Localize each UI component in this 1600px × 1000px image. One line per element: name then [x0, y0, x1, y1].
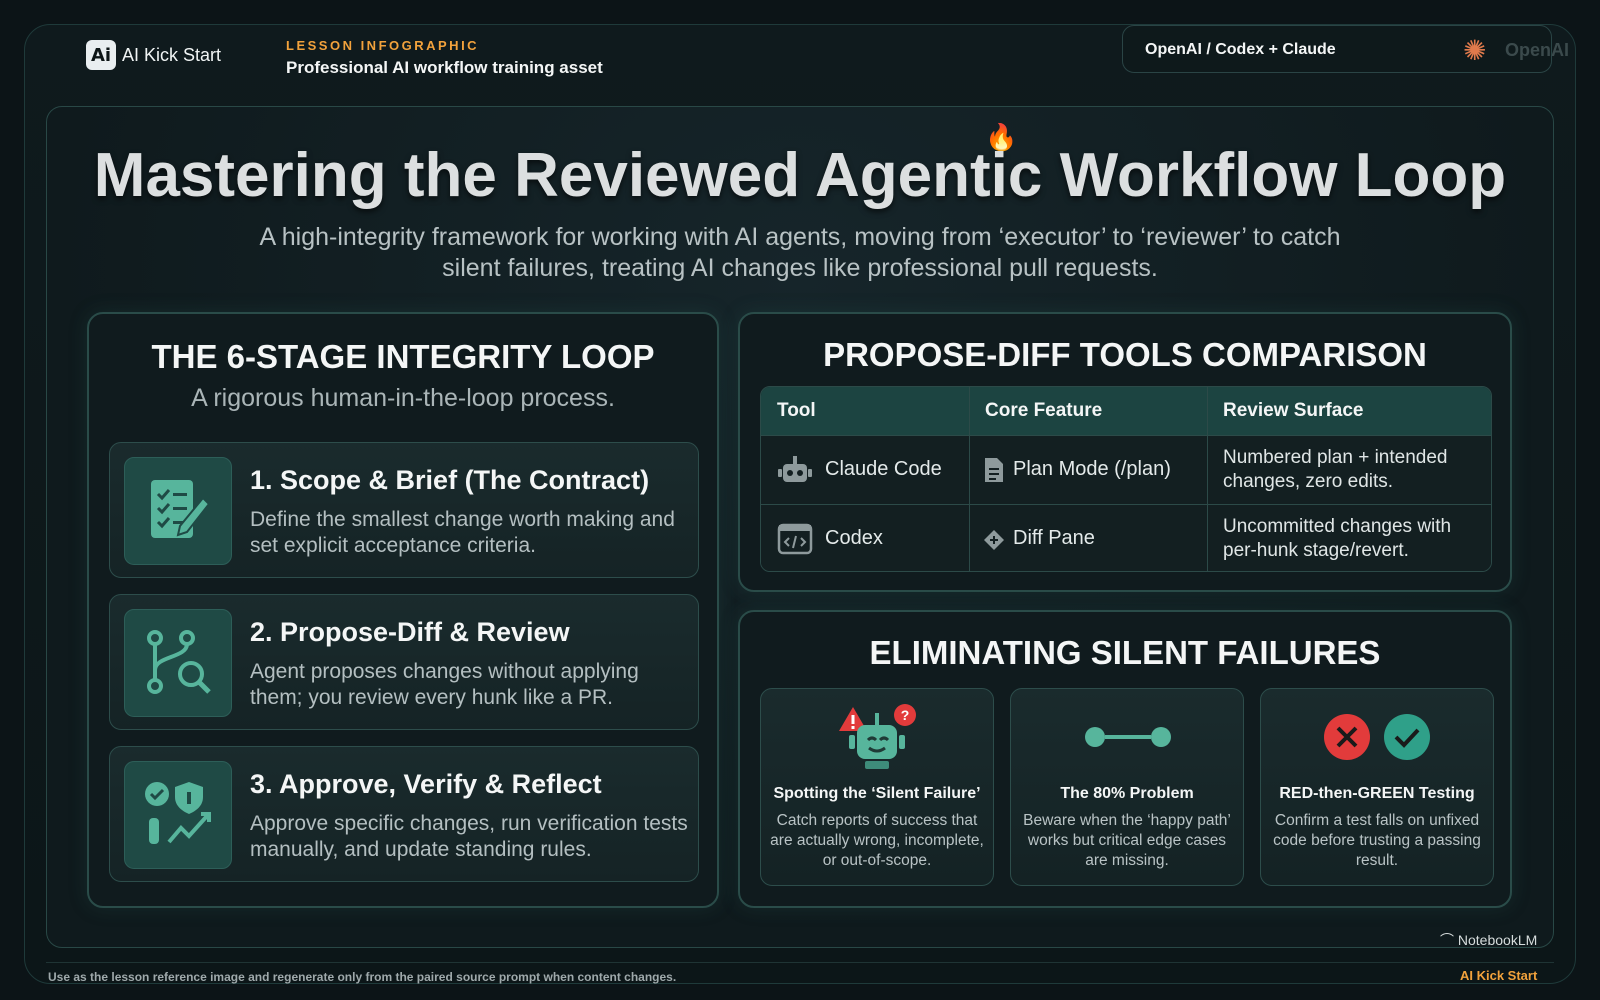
lesson-kicker: LESSON INFOGRAPHIC: [286, 38, 480, 53]
tool-name: Codex: [825, 527, 883, 549]
feature-name: Plan Mode (/plan): [1013, 458, 1171, 480]
diff-diamond-icon: [984, 530, 1004, 550]
checklist-pencil-icon: [124, 457, 232, 565]
document-icon: [985, 458, 1003, 482]
notebooklm-icon: ⌒: [1440, 932, 1458, 948]
failure-title: Spotting the ‘Silent Failure’: [773, 785, 981, 802]
failure-desc: Beware when the ‘happy path’ works but c…: [1023, 812, 1231, 869]
robot-icon: [778, 456, 812, 482]
stage-title: 1. Scope & Brief (The Contract): [250, 465, 650, 495]
partner-text: OpenAI / Codex + Claude: [1145, 41, 1336, 58]
stage-desc: Approve specific changes, run verificati…: [250, 812, 688, 861]
column-divider: [1207, 387, 1208, 571]
branch-search-icon: [124, 609, 232, 717]
table-row: Claude Code Plan Mode (/plan) Numbered p…: [761, 435, 1491, 504]
review-surface: Uncommitted changes with per-hunk stage/…: [1223, 516, 1452, 561]
stage-title: 3. Approve, Verify & Reflect: [250, 769, 602, 799]
page-subtitle: A high-integrity framework for working w…: [259, 223, 1341, 282]
svg-text:?: ?: [901, 707, 910, 723]
table-row: Codex Diff Pane Uncommitted changes with…: [761, 504, 1491, 571]
notebooklm-badge: ⌒ NotebookLM: [1440, 930, 1537, 950]
claude-star-icon: ✺: [1463, 35, 1487, 66]
integrity-loop-card: THE 6-STAGE INTEGRITY LOOP A rigorous hu…: [87, 312, 719, 908]
stage-card: 2. Propose-Diff & Review Agent proposes …: [109, 594, 699, 730]
page-title: Mastering the Reviewed Agentic Workflow …: [93, 141, 1507, 210]
footer-brand: AI Kick Start: [1460, 968, 1538, 983]
lesson-kicker-sub: Professional AI workflow training asset: [286, 58, 603, 77]
red-green-icon: [1324, 714, 1430, 760]
footer-divider: [46, 962, 1554, 963]
silent-failures-card: ELIMINATING SILENT FAILURES ? Spotting t…: [738, 610, 1512, 908]
stage-desc: Agent proposes changes without applying …: [250, 660, 639, 709]
tools-title: PROPOSE-DIFF TOOLS COMPARISON: [823, 336, 1427, 373]
failure-card: ? Spotting the ‘Silent Failure’ Catch re…: [760, 688, 994, 886]
tool-name: Claude Code: [825, 458, 942, 480]
failure-card: The 80% Problem Beware when the ‘happy p…: [1010, 688, 1244, 886]
table-header: Tool Core Feature Review Surface: [761, 387, 1491, 435]
brand-name: AI Kick Start: [122, 44, 222, 65]
loop-subtitle: A rigorous human-in-the-loop process.: [191, 384, 615, 412]
stage-card: 1. Scope & Brief (The Contract) Define t…: [109, 442, 699, 578]
failure-card: RED-then-GREEN Testing Confirm a test fa…: [1260, 688, 1494, 886]
col-header-tool: Tool: [777, 400, 816, 421]
col-header-feature: Core Feature: [985, 400, 1103, 421]
loop-title: THE 6-STAGE INTEGRITY LOOP: [151, 338, 655, 375]
brand-logo-icon: Ai: [86, 40, 116, 70]
review-surface: Numbered plan + intended changes, zero e…: [1223, 447, 1448, 492]
tools-table: Tool Core Feature Review Surface Claude …: [760, 386, 1492, 572]
column-divider: [969, 387, 970, 571]
failure-title: RED-then-GREEN Testing: [1279, 785, 1475, 802]
verify-shield-icon: [124, 761, 232, 869]
openai-ghost-logo: OpenAI: [1505, 40, 1570, 60]
silent-title: ELIMINATING SILENT FAILURES: [869, 634, 1381, 671]
tools-comparison-card: PROPOSE-DIFF TOOLS COMPARISON Tool Core …: [738, 312, 1512, 592]
stage-desc: Define the smallest change worth making …: [250, 508, 675, 557]
code-window-icon: [777, 523, 813, 555]
brand[interactable]: Ai AI Kick Start: [86, 40, 221, 70]
stage-card: 3. Approve, Verify & Reflect Approve spe…: [109, 746, 699, 882]
notebooklm-label: NotebookLM: [1457, 932, 1538, 948]
warning-robot-icon: ?: [839, 704, 916, 769]
stage-title: 2. Propose-Diff & Review: [250, 617, 570, 647]
failure-title: The 80% Problem: [1060, 785, 1194, 802]
col-header-surface: Review Surface: [1223, 400, 1364, 421]
failure-desc: Catch reports of success that are actual…: [770, 812, 984, 869]
failure-desc: Confirm a test falls on unfixed code bef…: [1273, 812, 1481, 869]
partner-pill: OpenAI / Codex + Claude ✺ OpenAI: [1122, 25, 1569, 73]
path-nodes-icon: [1085, 727, 1171, 747]
feature-name: Diff Pane: [1013, 527, 1095, 549]
footer-note: Use as the lesson reference image and re…: [48, 970, 677, 984]
